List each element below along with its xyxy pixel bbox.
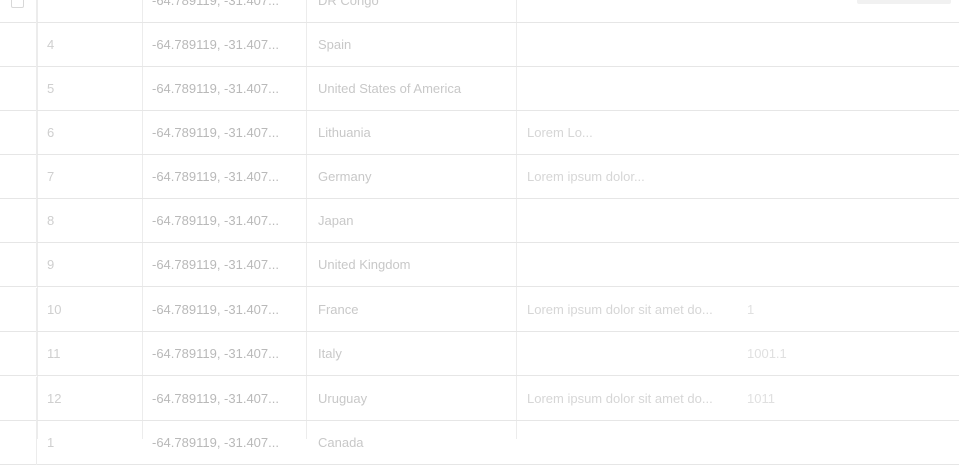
row-value: 1 (747, 302, 755, 317)
row-value (747, 243, 837, 287)
data-table: -64.789119, -31.407... DR Congo 4 -64.78… (0, 0, 959, 465)
row-id: 12 (47, 391, 62, 406)
row-description: Lorem ipsum dolor sit amet do... (527, 302, 713, 317)
table-row[interactable]: 8 -64.789119, -31.407... Japan (0, 199, 959, 243)
row-coordinates: -64.789119, -31.407... (152, 169, 279, 184)
row-value (747, 421, 837, 465)
row-coordinates: -64.789119, -31.407... (152, 346, 279, 361)
row-country: France (318, 302, 359, 317)
table-row[interactable]: 4 -64.789119, -31.407... Spain (0, 23, 959, 67)
row-description: Lorem ipsum dolor... (527, 169, 645, 184)
row-value (747, 67, 837, 111)
row-coordinates: -64.789119, -31.407... (152, 125, 279, 140)
row-country: Germany (318, 169, 372, 184)
row-country: Canada (318, 435, 364, 450)
row-select-cell[interactable] (0, 0, 37, 23)
row-id: 4 (47, 37, 55, 52)
row-value: 1001.1 (747, 346, 787, 361)
row-id: 6 (47, 125, 55, 140)
row-select-cell[interactable] (0, 67, 37, 111)
progress-bar (857, 0, 951, 4)
row-coordinates: -64.789119, -31.407... (152, 37, 279, 52)
row-country: Italy (318, 346, 342, 361)
row-country: DR Congo (318, 0, 379, 8)
row-id: 5 (47, 81, 55, 96)
row-country: United States of America (318, 81, 462, 96)
row-select-cell[interactable] (0, 155, 37, 199)
row-id: 10 (47, 302, 62, 317)
row-description: Lorem Lo... (527, 125, 593, 140)
row-coordinates: -64.789119, -31.407... (152, 0, 279, 8)
row-select-cell[interactable] (0, 377, 37, 421)
row-id: 11 (47, 346, 61, 361)
row-select-cell[interactable] (0, 243, 37, 287)
table-row[interactable]: 6 -64.789119, -31.407... Lithuania Lorem… (0, 111, 959, 155)
row-id: 9 (47, 257, 55, 272)
table-row[interactable]: 9 -64.789119, -31.407... United Kingdom (0, 243, 959, 287)
row-select-cell[interactable] (0, 288, 37, 332)
table-row[interactable]: 7 -64.789119, -31.407... Germany Lorem i… (0, 155, 959, 199)
table-row[interactable]: 1 -64.789119, -31.407... Canada (0, 421, 959, 465)
row-id: 8 (47, 213, 55, 228)
row-description: Lorem ipsum dolor sit amet do... (527, 391, 713, 406)
row-select-cell[interactable] (0, 332, 37, 376)
row-value (747, 199, 837, 243)
row-coordinates: -64.789119, -31.407... (152, 391, 279, 406)
row-coordinates: -64.789119, -31.407... (152, 302, 279, 317)
row-value (747, 111, 837, 155)
row-description (527, 67, 727, 111)
row-description (527, 243, 727, 287)
row-select-cell[interactable] (0, 111, 37, 155)
row-description (527, 0, 727, 23)
row-description (527, 199, 727, 243)
row-coordinates: -64.789119, -31.407... (152, 213, 279, 228)
row-coordinates: -64.789119, -31.407... (152, 257, 279, 272)
row-coordinates: -64.789119, -31.407... (152, 81, 279, 96)
row-id: 7 (47, 169, 55, 184)
row-id: 1 (47, 435, 55, 450)
row-country: Japan (318, 213, 354, 228)
row-description (527, 421, 727, 465)
row-description (527, 23, 727, 67)
row-value (747, 0, 837, 23)
row-value (747, 155, 837, 199)
row-select-cell[interactable] (0, 199, 37, 243)
row-country: United Kingdom (318, 257, 411, 272)
row-select-cell[interactable] (0, 421, 37, 465)
row-coordinates: -64.789119, -31.407... (152, 435, 279, 450)
row-country: Lithuania (318, 125, 371, 140)
row-country: Spain (318, 37, 352, 52)
table-row[interactable]: 11 -64.789119, -31.407... Italy 1001.1 (0, 332, 959, 376)
table-row[interactable]: -64.789119, -31.407... DR Congo (0, 0, 959, 23)
table-row[interactable]: 12 -64.789119, -31.407... Uruguay Lorem … (0, 377, 959, 421)
row-value (747, 23, 837, 67)
row-select-cell[interactable] (0, 23, 37, 67)
table-row[interactable]: 10 -64.789119, -31.407... France Lorem i… (0, 288, 959, 332)
row-country: Uruguay (318, 391, 368, 406)
row-value: 1011 (747, 391, 775, 406)
table-row[interactable]: 5 -64.789119, -31.407... United States o… (0, 67, 959, 111)
row-id (47, 0, 137, 23)
row-description (527, 332, 727, 376)
row-checkbox[interactable] (11, 0, 24, 8)
